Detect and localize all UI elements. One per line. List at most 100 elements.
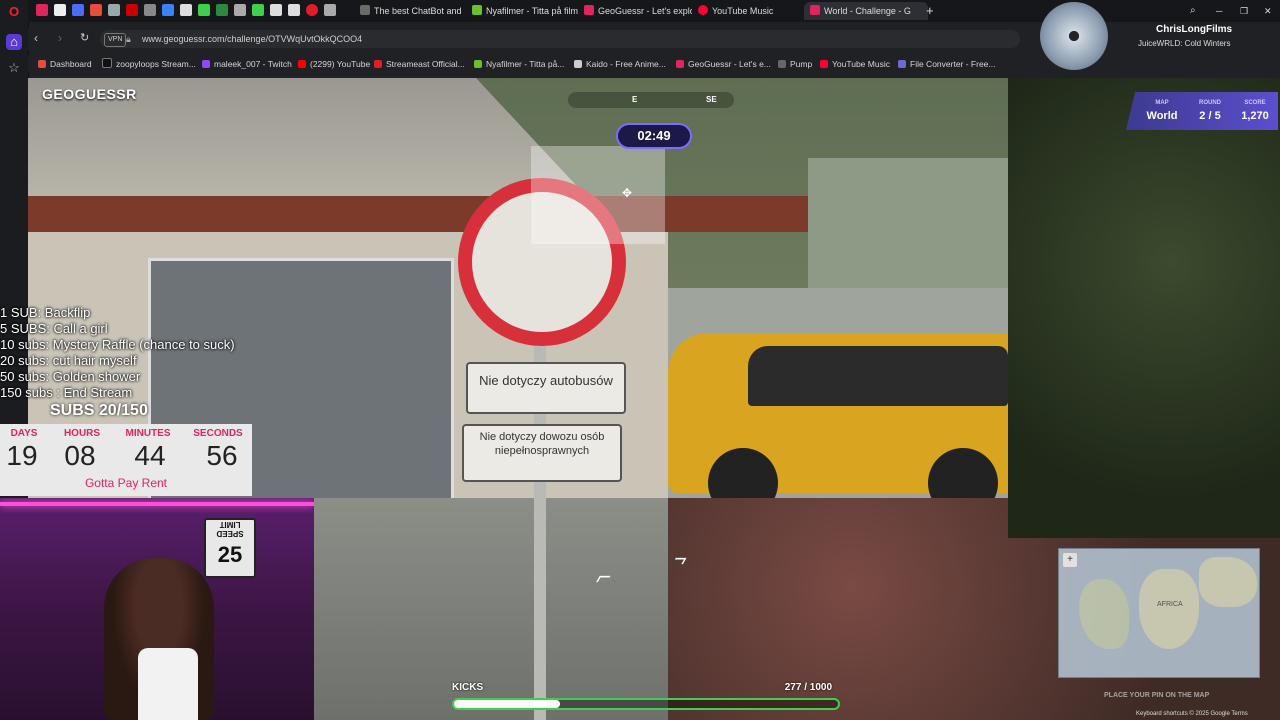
tab-favicon-icon — [698, 5, 708, 15]
album-art — [1040, 2, 1108, 70]
round-label: ROUND — [1199, 100, 1221, 106]
map-landmass — [1139, 569, 1199, 649]
pinned-tab-icon[interactable] — [234, 4, 246, 16]
goal-item: 20 subs: cut hair myself — [0, 353, 137, 368]
pinned-tab-icon[interactable] — [270, 4, 282, 16]
pinned-tab-icon[interactable] — [180, 4, 192, 16]
opera-logo-icon[interactable]: O — [6, 4, 22, 20]
tab-geoguessr[interactable]: GeoGuessr - Let's explore — [584, 2, 692, 20]
tab-favicon-icon — [584, 5, 594, 15]
sign-plate-buses: Nie dotyczy autobusów — [466, 362, 626, 414]
bookmark-item[interactable]: YouTube Music — [820, 57, 890, 71]
sign-plate-disabled: Nie dotyczy dowozu osób niepełnosprawnyc… — [462, 424, 622, 482]
bookmark-item[interactable]: Nyafilmer - Titta på... — [474, 57, 564, 71]
speed-limit-value: 25 — [217, 542, 243, 567]
score-label: SCORE — [1244, 100, 1266, 106]
map-landmass — [1079, 579, 1129, 649]
back-icon[interactable]: ‹ — [34, 31, 38, 45]
countdown-widget: DAYS 19 HOURS 08 MINUTES 44 SECONDS 56 G… — [0, 424, 252, 496]
pinned-tab-icon[interactable] — [306, 4, 318, 16]
guess-minimap[interactable]: AFRICA + — [1058, 548, 1260, 678]
home-icon[interactable]: ⌂ — [6, 34, 22, 50]
bookmark-item[interactable]: Streameast Official... — [374, 57, 465, 71]
countdown-hours: 08 — [64, 440, 96, 471]
bookmark-item[interactable]: File Converter - Free... — [898, 57, 996, 71]
led-strip — [0, 502, 314, 506]
bookmark-item[interactable]: maleek_007 - Twitch — [202, 57, 292, 71]
tab-world-challenge[interactable]: World - Challenge - G — [804, 2, 928, 20]
compass-east: E — [632, 95, 638, 104]
pinned-tab-icon[interactable] — [54, 4, 66, 16]
subs-counter: SUBS 20/150 — [50, 402, 148, 419]
round-value: 2 / 5 — [1199, 110, 1221, 122]
now-playing-widget: ChrisLongFilms JuiceWRLD: Cold Winters — [1036, 2, 1280, 72]
countdown-label: HOURS — [63, 428, 101, 439]
bookmark-item[interactable]: GeoGuessr - Let's e... — [676, 57, 771, 71]
goal-item: 150 subs : End Stream — [0, 385, 133, 400]
round-timer: 02:49 — [616, 123, 692, 149]
tab-chatbot[interactable]: The best ChatBot and — [360, 2, 468, 20]
goal-item: 5 SUBS: Call a girl — [0, 321, 108, 336]
pinned-tab-icon[interactable] — [288, 4, 300, 16]
map-label: MAP — [1155, 100, 1169, 106]
countdown-label: MINUTES — [125, 428, 171, 439]
pinned-tab-icon[interactable] — [252, 4, 264, 16]
pinned-tab-icon[interactable] — [216, 4, 228, 16]
bookmark-favicon-icon — [820, 60, 828, 68]
bookmark-favicon-icon — [202, 60, 210, 68]
url-field[interactable]: VPN 🔒︎ www.geoguessr.com/challenge/OTVWq… — [100, 30, 1020, 48]
zoom-in-icon[interactable]: + — [1063, 553, 1077, 567]
goal-item: 10 subs: Mystery Raffle (chance to suck) — [0, 337, 235, 352]
vpn-badge[interactable]: VPN — [104, 33, 127, 47]
pinned-tab-icon[interactable] — [90, 4, 102, 16]
kicks-progress-fill — [454, 700, 561, 708]
tab-favicon-icon — [360, 5, 370, 15]
countdown-seconds: 56 — [206, 440, 238, 471]
bookmark-favicon-icon — [574, 60, 582, 68]
minimap-continent-label: AFRICA — [1157, 601, 1183, 608]
compass-southeast: SE — [706, 95, 717, 104]
streamer-shirt — [138, 648, 198, 720]
tab-favicon-icon — [810, 5, 820, 15]
pinned-tab-icon[interactable] — [144, 4, 156, 16]
speed-limit-text: SPEED LIMIT — [216, 520, 244, 538]
bookmark-favicon-icon — [898, 60, 906, 68]
countdown-label: DAYS — [10, 428, 38, 439]
goal-item: 1 SUB: Backflip — [0, 305, 91, 320]
forward-icon[interactable]: › — [58, 31, 62, 45]
new-tab-button[interactable]: + — [926, 2, 938, 20]
pinned-tab-icon[interactable] — [108, 4, 120, 16]
bookmark-favicon-icon — [474, 60, 482, 68]
lock-icon: 🔒︎ — [126, 34, 131, 44]
map-footer: Keyboard shortcuts © 2025 Google Terms — [1136, 711, 1248, 717]
place-pin-hint: PLACE YOUR PIN ON THE MAP — [1104, 692, 1210, 699]
bookmark-item[interactable]: (2299) YouTube — [298, 57, 370, 71]
pinned-tab-icon[interactable] — [198, 4, 210, 16]
pinned-tab-icon[interactable] — [36, 4, 48, 16]
pinned-tab-icon[interactable] — [126, 4, 138, 16]
bookmark-favicon-icon — [676, 60, 684, 68]
pinned-tab-icon[interactable] — [72, 4, 84, 16]
geoguessr-logo[interactable]: GEOGUESSR — [42, 86, 137, 102]
compass[interactable]: E SE — [568, 92, 734, 108]
kicks-progress-widget: KICKS 277 / 1000 — [452, 680, 842, 714]
tab-youtube-music[interactable]: YouTube Music — [698, 2, 798, 20]
hover-highlight — [531, 146, 665, 244]
game-status-bar: MAP World ROUND 2 / 5 SCORE 1,270 — [1126, 92, 1278, 130]
goal-item: 50 subs: Golden shower — [0, 369, 141, 384]
bookmark-favicon-icon — [298, 60, 306, 68]
tab-nyafilmer[interactable]: Nyafilmer - Titta på filmer — [472, 2, 578, 20]
bookmark-item[interactable]: Kaido - Free Anime... — [574, 57, 666, 71]
bookmark-item[interactable]: zoopyloops Stream... — [102, 57, 196, 71]
pinned-tab-icon[interactable] — [324, 4, 336, 16]
kicks-label: KICKS — [452, 682, 484, 693]
reload-icon[interactable]: ↻ — [80, 31, 89, 44]
speed-limit-sign: SPEED LIMIT 25 — [204, 518, 256, 578]
tab-favicon-icon — [472, 5, 482, 15]
countdown-minutes: 44 — [134, 440, 166, 471]
bookmark-item[interactable]: Dashboard — [38, 57, 92, 71]
bookmark-item[interactable]: Pump — [778, 57, 812, 71]
map-landmass — [1199, 557, 1257, 607]
bookmark-sidebar-icon[interactable]: ☆ — [6, 60, 22, 76]
pinned-tab-icon[interactable] — [162, 4, 174, 16]
